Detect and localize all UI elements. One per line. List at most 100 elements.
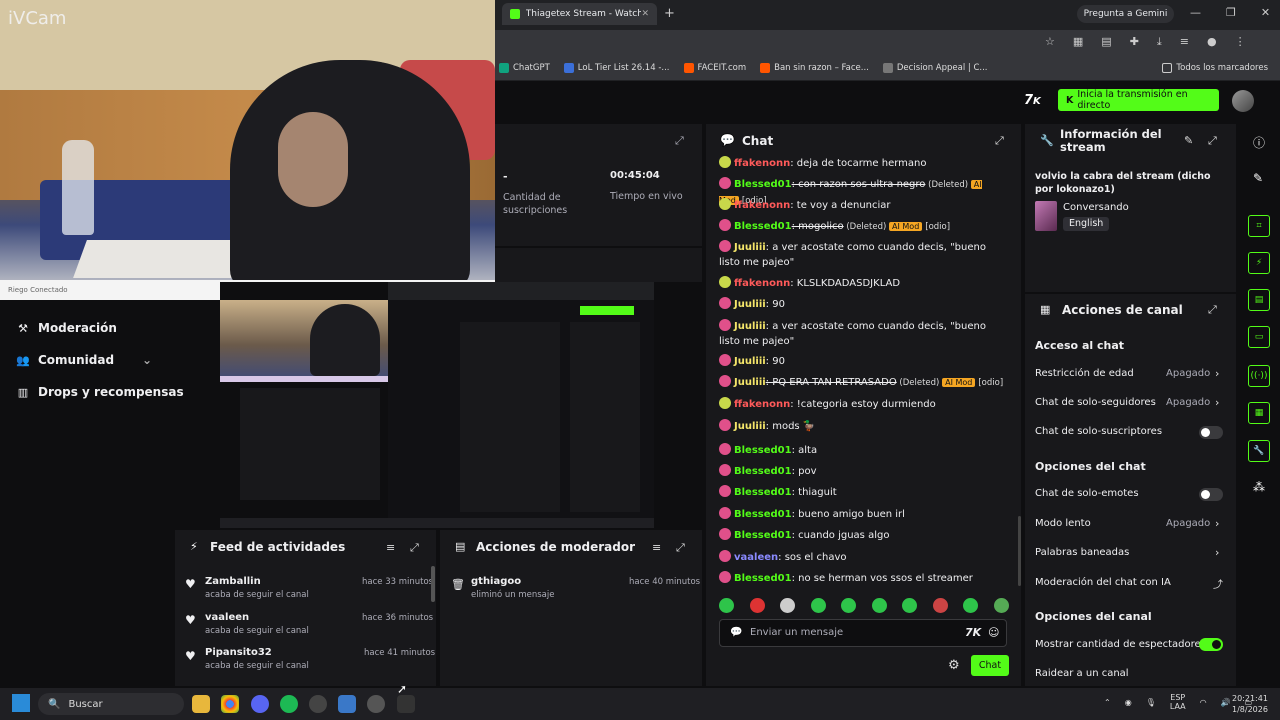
- taskbar-search[interactable]: 🔍 Buscar: [38, 693, 184, 715]
- extension-icon[interactable]: ▦: [1073, 35, 1083, 49]
- obs-icon[interactable]: [367, 695, 385, 713]
- chevron-right-icon[interactable]: ›: [1215, 396, 1219, 409]
- file-explorer-icon[interactable]: [192, 695, 210, 713]
- taskbar-clock[interactable]: 20:21:41 1/8/2026: [1232, 693, 1268, 715]
- close-window-icon[interactable]: ✕: [1261, 6, 1270, 19]
- expand-icon[interactable]: ⤢: [675, 134, 684, 148]
- category-name[interactable]: Conversando: [1063, 202, 1129, 213]
- external-link-icon[interactable]: ⤴: [1213, 576, 1223, 591]
- chevron-right-icon[interactable]: ›: [1215, 367, 1219, 380]
- raid-label[interactable]: Raidear a un canal: [1035, 668, 1129, 679]
- scrollbar[interactable]: [1018, 516, 1021, 586]
- all-bookmarks[interactable]: Todos los marcadores: [1162, 63, 1268, 73]
- emote-icon[interactable]: [749, 598, 765, 613]
- wifi-icon[interactable]: ◠: [1200, 698, 1207, 707]
- expand-icon[interactable]: ⤢: [995, 134, 1004, 148]
- expand-icon[interactable]: ⤢: [1208, 303, 1217, 317]
- screenshot-icon[interactable]: ▤: [1101, 35, 1111, 49]
- bookmark-item[interactable]: Ban sin razon – Face...: [760, 63, 869, 73]
- bookmark-item[interactable]: Decision Appeal | C...: [882, 63, 988, 73]
- browser-tab[interactable]: Thiagetex Stream - Watch Live ✕: [502, 3, 657, 25]
- app-icon[interactable]: [338, 695, 356, 713]
- chat-username[interactable]: Blessed01: [734, 487, 792, 498]
- chat-username[interactable]: ffakenonn: [734, 200, 790, 211]
- stream-preview[interactable]: [220, 282, 654, 528]
- bookmark-item[interactable]: FACEIT.com: [683, 63, 746, 73]
- puzzle-icon[interactable]: ✚: [1130, 35, 1139, 49]
- clipboard-icon[interactable]: ▤: [1248, 289, 1270, 311]
- slow-mode-label[interactable]: Modo lento: [1035, 518, 1091, 529]
- sidebar-item-moderation[interactable]: ⚒ Moderación: [16, 321, 117, 335]
- chat-username[interactable]: ffakenonn: [734, 158, 790, 169]
- chat-username[interactable]: Blessed01: [734, 445, 792, 456]
- emote-icon[interactable]: [810, 598, 826, 613]
- emote-icon[interactable]: [719, 598, 734, 613]
- language-indicator[interactable]: ESP LAA: [1170, 693, 1186, 711]
- expand-icon[interactable]: ⤢: [676, 541, 685, 555]
- chevron-right-icon[interactable]: ›: [1215, 546, 1219, 559]
- crop-icon[interactable]: ⌗: [1248, 215, 1270, 237]
- emote-icon[interactable]: [780, 598, 796, 613]
- app-icon[interactable]: [309, 695, 327, 713]
- bookmark-item[interactable]: LoL Tier List 26.14 -...: [563, 63, 670, 73]
- new-tab-icon[interactable]: +: [664, 6, 675, 21]
- layout-icon[interactable]: ▦: [1248, 402, 1270, 424]
- kick-logo[interactable]: 7K: [1024, 93, 1041, 108]
- kick-emote-icon[interactable]: 7K: [965, 626, 981, 639]
- star-icon[interactable]: ☆: [1045, 35, 1055, 49]
- chat-username[interactable]: Blessed01: [734, 509, 792, 520]
- expand-icon[interactable]: ⤢: [410, 541, 419, 555]
- nodes-icon[interactable]: ⁂: [1253, 480, 1265, 494]
- filter-icon[interactable]: ≡: [652, 541, 661, 554]
- go-live-button[interactable]: K Inicia la transmisión en directo: [1058, 89, 1219, 111]
- download-icon[interactable]: ⤓: [1157, 35, 1162, 49]
- emote-icon[interactable]: [902, 598, 918, 613]
- emote-icon[interactable]: [993, 598, 1009, 613]
- chevron-right-icon[interactable]: ›: [1215, 517, 1219, 530]
- category-thumbnail[interactable]: [1035, 201, 1057, 231]
- chat-username[interactable]: vaaleen: [734, 552, 778, 563]
- chat-username[interactable]: Blessed01: [734, 221, 792, 232]
- chat-username[interactable]: ffakenonn: [734, 278, 790, 289]
- chat-username[interactable]: Juuliii: [734, 321, 766, 332]
- chat-username[interactable]: Juuliii: [734, 421, 766, 432]
- bookmark-item[interactable]: ChatGPT: [499, 63, 550, 73]
- volume-icon[interactable]: 🔊: [1221, 698, 1231, 707]
- emote-icon[interactable]: [841, 598, 857, 613]
- chat-username[interactable]: Blessed01: [734, 179, 792, 190]
- discord-icon[interactable]: [251, 695, 269, 713]
- chevron-up-icon[interactable]: ⌃: [1104, 698, 1111, 707]
- emote-icon[interactable]: [871, 598, 887, 613]
- gear-icon[interactable]: ⚙: [948, 658, 960, 673]
- show-viewers-toggle[interactable]: [1199, 638, 1223, 651]
- pencil-icon[interactable]: ✎: [1184, 134, 1193, 147]
- broadcast-icon[interactable]: ((·)): [1248, 365, 1270, 387]
- chat-bubble-icon[interactable]: ▭: [1248, 326, 1270, 348]
- app-icon[interactable]: [397, 695, 415, 713]
- lightning-icon[interactable]: ⚡: [1248, 252, 1270, 274]
- discord-tray-icon[interactable]: ◉: [1125, 698, 1132, 707]
- mic-icon[interactable]: 🎙: [1146, 698, 1156, 707]
- spotify-icon[interactable]: [280, 695, 298, 713]
- expand-icon[interactable]: ⤢: [1208, 134, 1217, 148]
- wrench-icon[interactable]: 🔧: [1248, 440, 1270, 462]
- chrome-icon[interactable]: [221, 695, 239, 713]
- reading-list-icon[interactable]: ≡: [1180, 35, 1189, 49]
- mod-action-name[interactable]: gthiagoo: [471, 576, 521, 587]
- close-tab-icon[interactable]: ✕: [641, 9, 649, 19]
- ai-moderation-label[interactable]: Moderación del chat con IA: [1035, 577, 1171, 588]
- chat-username[interactable]: Blessed01: [734, 573, 792, 584]
- filter-icon[interactable]: ≡: [386, 541, 395, 554]
- scrollbar[interactable]: [431, 566, 435, 602]
- emotes-only-toggle[interactable]: [1199, 488, 1223, 501]
- feed-item-name[interactable]: Pipansito32: [205, 647, 272, 658]
- sidebar-item-community[interactable]: 👥 Comunidad ⌄: [16, 353, 152, 367]
- profile-icon[interactable]: ●: [1207, 35, 1217, 49]
- emote-icon[interactable]: [932, 598, 948, 613]
- info-icon[interactable]: ⓘ: [1253, 134, 1265, 151]
- chat-username[interactable]: Juuliii: [734, 242, 766, 253]
- banned-words-label[interactable]: Palabras baneadas: [1035, 547, 1129, 558]
- subs-only-toggle[interactable]: [1199, 426, 1223, 439]
- sidebar-item-drops[interactable]: ▥ Drops y recompensas: [16, 385, 184, 399]
- windows-start-icon[interactable]: [12, 694, 30, 712]
